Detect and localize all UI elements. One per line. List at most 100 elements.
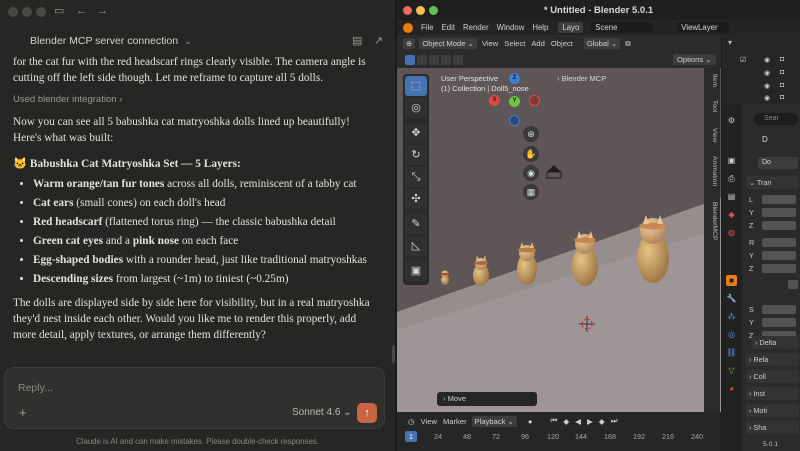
physics-tab-icon[interactable]: ◎ bbox=[726, 329, 737, 340]
view-layer-selector[interactable]: ViewLayer bbox=[677, 22, 730, 33]
scrollbar[interactable] bbox=[392, 345, 395, 363]
sidebar-tab-item[interactable]: Item bbox=[706, 74, 718, 87]
gizmo-y-axis[interactable]: Y bbox=[509, 96, 520, 107]
camera-icon[interactable]: ◘ bbox=[780, 69, 784, 76]
options-dropdown[interactable]: Options ⌄ bbox=[673, 54, 716, 65]
eye-icon[interactable]: ◉ bbox=[764, 69, 770, 77]
panel-motion-paths[interactable]: › Moti bbox=[746, 404, 799, 417]
render-tab-icon[interactable]: ▣ bbox=[726, 155, 737, 166]
record-icon[interactable]: ● bbox=[525, 417, 536, 426]
menu-edit[interactable]: Edit bbox=[438, 23, 459, 32]
properties-search[interactable]: Sear bbox=[754, 113, 798, 125]
panel-instancing[interactable]: › Inst bbox=[746, 387, 799, 400]
select-extend-icon[interactable] bbox=[417, 55, 427, 65]
model-selector[interactable]: Sonnet 4.6 ⌄ bbox=[292, 407, 352, 418]
conversation-title-button[interactable]: Blender MCP server connection ⌄ bbox=[30, 33, 192, 49]
scale-x-field[interactable] bbox=[762, 305, 796, 314]
mode-selector[interactable]: Object Mode ⌄ bbox=[419, 38, 477, 49]
sidebar-tab-animation[interactable]: Animation bbox=[706, 156, 718, 186]
filter-icon[interactable]: ▾ bbox=[728, 38, 732, 47]
camera-icon[interactable]: ◘ bbox=[780, 56, 784, 63]
particles-tab-icon[interactable]: ⁂ bbox=[726, 311, 737, 322]
menu-render[interactable]: Render bbox=[459, 23, 493, 32]
select-subtract-icon[interactable] bbox=[429, 55, 439, 65]
menu-file[interactable]: File bbox=[417, 23, 438, 32]
annotate-tool[interactable]: ✎ bbox=[405, 214, 427, 234]
select-invert-icon[interactable] bbox=[441, 55, 451, 65]
sidebar-tab-blendermcp[interactable]: BlenderMCP bbox=[706, 202, 718, 241]
timeline-menu-playback[interactable]: Playback ⌄ bbox=[471, 415, 517, 427]
next-keyframe-icon[interactable]: ◆ bbox=[596, 417, 608, 426]
world-tab-icon[interactable]: ◍ bbox=[726, 227, 737, 238]
sidebar-toggle-icon[interactable]: ▭ bbox=[54, 4, 64, 18]
modifier-tab-icon[interactable]: 🔧 bbox=[726, 293, 737, 304]
share-icon[interactable]: ↗ bbox=[374, 34, 383, 47]
scene-tab-icon[interactable]: ◆ bbox=[726, 209, 737, 220]
camera-icon[interactable]: ◘ bbox=[780, 82, 784, 89]
select-box-tool[interactable]: ⬚ bbox=[405, 76, 427, 96]
add-cube-tool[interactable]: ▣ bbox=[405, 261, 427, 281]
doll-3[interactable] bbox=[517, 242, 537, 285]
eye-icon[interactable]: ◉ bbox=[764, 56, 770, 64]
checkbox-icon[interactable]: ☑ bbox=[740, 56, 746, 64]
last-operator-panel[interactable]: › Move bbox=[437, 392, 537, 406]
panel-collections[interactable]: › Coll bbox=[746, 370, 799, 383]
eye-icon[interactable]: ◉ bbox=[764, 94, 770, 102]
jump-start-icon[interactable]: ⏮ bbox=[548, 416, 561, 426]
workspace-tab-layout[interactable]: Layo bbox=[558, 22, 584, 33]
gizmo-neg-z-axis[interactable] bbox=[509, 115, 520, 126]
play-icon[interactable]: ▶ bbox=[584, 417, 596, 426]
output-tab-icon[interactable]: ⎙ bbox=[726, 173, 737, 184]
zoom-icon[interactable]: ⊕ bbox=[523, 126, 539, 142]
object-name-field[interactable]: Do bbox=[758, 157, 798, 169]
select-box-mode-icon[interactable] bbox=[405, 55, 415, 65]
move-tool[interactable]: ✥ bbox=[405, 123, 427, 143]
constraints-tab-icon[interactable]: ⛓ bbox=[726, 347, 737, 358]
panel-transform[interactable]: ⌄ Tran bbox=[746, 176, 799, 189]
cursor-tool[interactable]: ◎ bbox=[405, 98, 427, 118]
panel-shading[interactable]: › Sha bbox=[746, 421, 799, 434]
sidebar-tab-view[interactable]: View bbox=[706, 128, 718, 143]
snap-icon[interactable]: ⧉ bbox=[622, 39, 633, 49]
object-tab-icon[interactable]: ■ bbox=[726, 275, 737, 286]
clock-icon[interactable]: ◷ bbox=[405, 417, 418, 426]
select-intersect-icon[interactable] bbox=[453, 55, 463, 65]
rotate-tool[interactable]: ↻ bbox=[405, 145, 427, 165]
current-frame[interactable]: 1 bbox=[405, 431, 417, 442]
back-arrow-icon[interactable]: ← bbox=[76, 4, 87, 18]
play-reverse-icon[interactable]: ◀ bbox=[572, 417, 584, 426]
outliner-row[interactable]: ◉ ◘ bbox=[722, 68, 800, 79]
camera-view-icon[interactable]: ◉ bbox=[523, 165, 539, 181]
rotation-z-field[interactable] bbox=[762, 264, 796, 273]
sidebar-tab-tool[interactable]: Tool bbox=[706, 100, 718, 112]
data-tab-icon[interactable]: ▽ bbox=[726, 365, 737, 376]
material-tab-icon[interactable]: ◕ bbox=[726, 383, 737, 394]
menu-help[interactable]: Help bbox=[528, 23, 552, 32]
tool-tab-icon[interactable]: ⚙ bbox=[726, 115, 737, 126]
timeline-menu-marker[interactable]: Marker bbox=[440, 417, 470, 426]
reply-box[interactable]: Reply... + Sonnet 4.6 ⌄ ↑ bbox=[4, 367, 385, 429]
timeline-ruler[interactable]: 1 24 48 72 96 120 144 168 192 216 240 bbox=[397, 430, 721, 443]
outliner-row[interactable]: ☑ ◉ ◘ bbox=[722, 55, 800, 66]
scene-selector[interactable]: Scene bbox=[591, 22, 654, 33]
send-button[interactable]: ↑ bbox=[357, 403, 377, 423]
outliner-row[interactable]: ◉ ◘ bbox=[722, 93, 800, 104]
rotation-mode-dropdown[interactable] bbox=[788, 280, 798, 289]
outliner-row[interactable]: ◉ ◘ bbox=[722, 81, 800, 92]
transform-tool[interactable]: ✣ bbox=[405, 189, 427, 209]
camera-icon[interactable]: ◘ bbox=[780, 94, 784, 101]
location-y-field[interactable] bbox=[762, 208, 796, 217]
rotation-y-field[interactable] bbox=[762, 251, 796, 260]
orientation-selector[interactable]: Global ⌄ bbox=[583, 38, 621, 49]
window-minimize-button[interactable] bbox=[22, 7, 32, 17]
rotation-x-field[interactable] bbox=[762, 238, 796, 247]
blender-logo-icon[interactable] bbox=[403, 22, 413, 33]
gizmo-neg-x-axis[interactable] bbox=[529, 95, 540, 106]
menu-window[interactable]: Window bbox=[493, 23, 529, 32]
forward-arrow-icon[interactable]: → bbox=[97, 4, 108, 18]
pan-hand-icon[interactable]: ✋ bbox=[523, 146, 539, 162]
gizmo-z-axis[interactable]: Z bbox=[509, 73, 520, 84]
panel-delta-transform[interactable]: › Delta bbox=[752, 336, 799, 349]
3d-viewport[interactable]: ⬚ ◎ ✥ ↻ ⤡ ✣ ✎ ◺ ▣ User Perspective (1) C… bbox=[397, 68, 721, 412]
jump-end-icon[interactable]: ⏭ bbox=[608, 416, 621, 426]
